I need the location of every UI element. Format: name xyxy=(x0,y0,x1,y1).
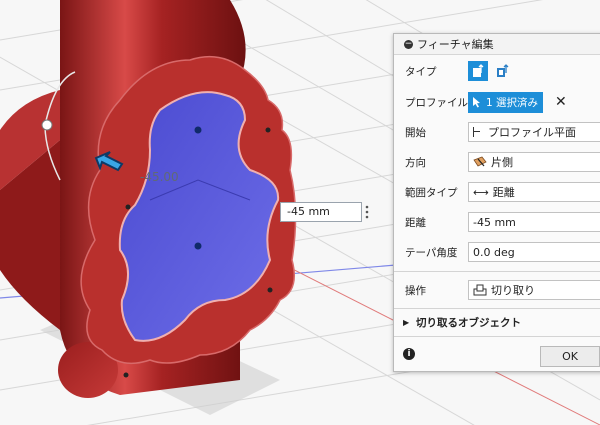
panel-header[interactable]: − フィーチャ編集 xyxy=(394,34,600,55)
more-options-icon[interactable] xyxy=(364,205,370,219)
type-label: タイプ xyxy=(405,65,437,78)
distance-dimension-input[interactable]: -45 mm xyxy=(280,202,362,222)
profile-plane-icon xyxy=(473,127,482,137)
cut-icon xyxy=(473,284,487,296)
collapse-icon[interactable]: − xyxy=(404,39,413,49)
direction-label: 方向 xyxy=(405,156,426,169)
solid-type-icon[interactable] xyxy=(468,61,488,81)
ok-button[interactable]: OK xyxy=(540,346,600,367)
cursor-icon xyxy=(473,97,480,108)
distance-icon: ⟷ xyxy=(473,185,489,199)
profile-label: プロファイル xyxy=(405,96,468,109)
one-side-icon xyxy=(473,156,487,167)
rotation-handle[interactable] xyxy=(41,119,53,131)
profile-select-button[interactable]: 1 選択済み xyxy=(468,91,543,113)
start-dropdown[interactable]: プロファイル平面 xyxy=(468,122,600,142)
distance-label: 距離 xyxy=(405,216,426,229)
start-label: 開始 xyxy=(405,126,426,139)
operation-label: 操作 xyxy=(405,284,426,297)
taper-angle-input[interactable]: 0.0 deg xyxy=(468,242,600,262)
divider xyxy=(394,308,600,309)
thin-type-icon[interactable] xyxy=(492,61,512,81)
taper-angle-label: テーパ角度 xyxy=(405,246,458,259)
operation-dropdown[interactable]: 切り取り xyxy=(468,280,600,300)
clear-selection-icon[interactable]: ✕ xyxy=(555,94,567,110)
divider xyxy=(394,271,600,272)
objects-to-cut-section[interactable]: ▶ 切り取るオブジェクト xyxy=(394,312,600,332)
expand-arrow-icon[interactable]: ▶ xyxy=(403,318,409,327)
panel-title: フィーチャ編集 xyxy=(417,38,494,51)
extent-type-label: 範囲タイプ xyxy=(405,186,458,199)
direction-dropdown[interactable]: 片側 xyxy=(468,152,600,172)
dimension-label: -45.00 xyxy=(140,170,179,184)
info-icon[interactable]: i xyxy=(403,348,415,360)
feature-edit-panel: − フィーチャ編集 タイプ プロファイル 1 選択済み ✕ 開始 プロファイル平… xyxy=(393,33,600,372)
distance-input[interactable]: -45 mm xyxy=(468,212,600,232)
extent-type-dropdown[interactable]: ⟷ 距離 xyxy=(468,182,600,202)
divider xyxy=(394,336,600,337)
profile-selected-count: 1 選択済み xyxy=(486,96,539,109)
